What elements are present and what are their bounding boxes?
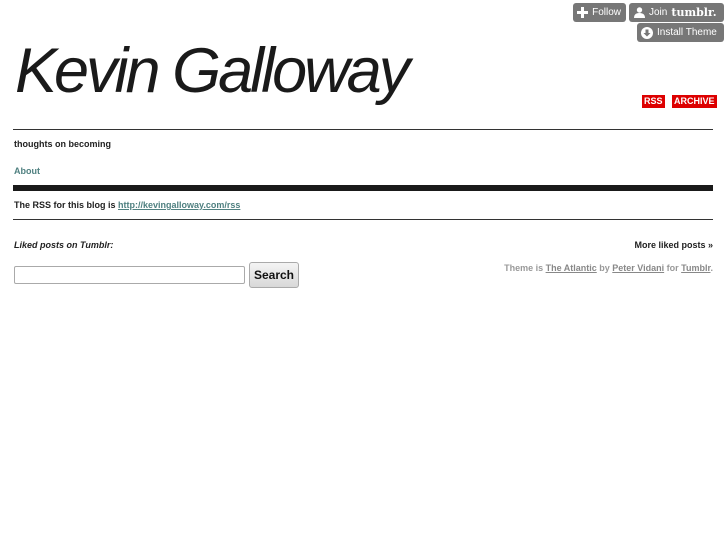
blog-description: thoughts on becoming — [14, 139, 111, 149]
credit-text: for — [664, 263, 682, 273]
more-liked-posts-link[interactable]: More liked posts » — [634, 240, 713, 250]
download-icon — [641, 26, 653, 39]
join-label: Join — [649, 7, 668, 18]
follow-button[interactable]: Follow — [573, 3, 626, 22]
credit-text: . — [710, 263, 713, 273]
liked-posts-heading: Liked posts on Tumblr: — [14, 240, 114, 250]
follow-label: Follow — [592, 7, 621, 18]
search-input[interactable] — [14, 266, 245, 284]
archive-button[interactable]: ARCHIVE — [672, 95, 717, 108]
credit-text: Theme is — [504, 263, 546, 273]
plus-icon — [577, 7, 589, 19]
theme-link[interactable]: The Atlantic — [546, 263, 597, 273]
install-theme-button[interactable]: Install Theme — [637, 23, 724, 42]
about-link[interactable]: About — [14, 166, 40, 176]
blog-title[interactable]: Kevin Galloway — [15, 40, 410, 103]
join-tumblr-button[interactable]: Join tumblr. — [629, 3, 724, 22]
credit-text: by — [596, 263, 613, 273]
tumblr-logo: tumblr. — [671, 6, 717, 19]
search-button[interactable]: Search — [249, 262, 299, 288]
theme-credit: Theme is The Atlantic by Peter Vidani fo… — [504, 263, 713, 273]
thick-divider — [13, 185, 713, 191]
tumblr-link[interactable]: Tumblr — [681, 263, 710, 273]
rss-feed-link[interactable]: http://kevingalloway.com/rss — [118, 200, 240, 210]
divider — [13, 129, 713, 130]
nav: About — [14, 166, 40, 176]
rss-button[interactable]: RSS — [642, 95, 665, 108]
divider — [13, 219, 713, 220]
rss-notice: The RSS for this blog is http://kevingal… — [14, 200, 240, 210]
author-link[interactable]: Peter Vidani — [612, 263, 664, 273]
install-label: Install Theme — [657, 27, 717, 38]
user-icon — [633, 7, 645, 19]
rss-notice-text: The RSS for this blog is — [14, 200, 119, 210]
